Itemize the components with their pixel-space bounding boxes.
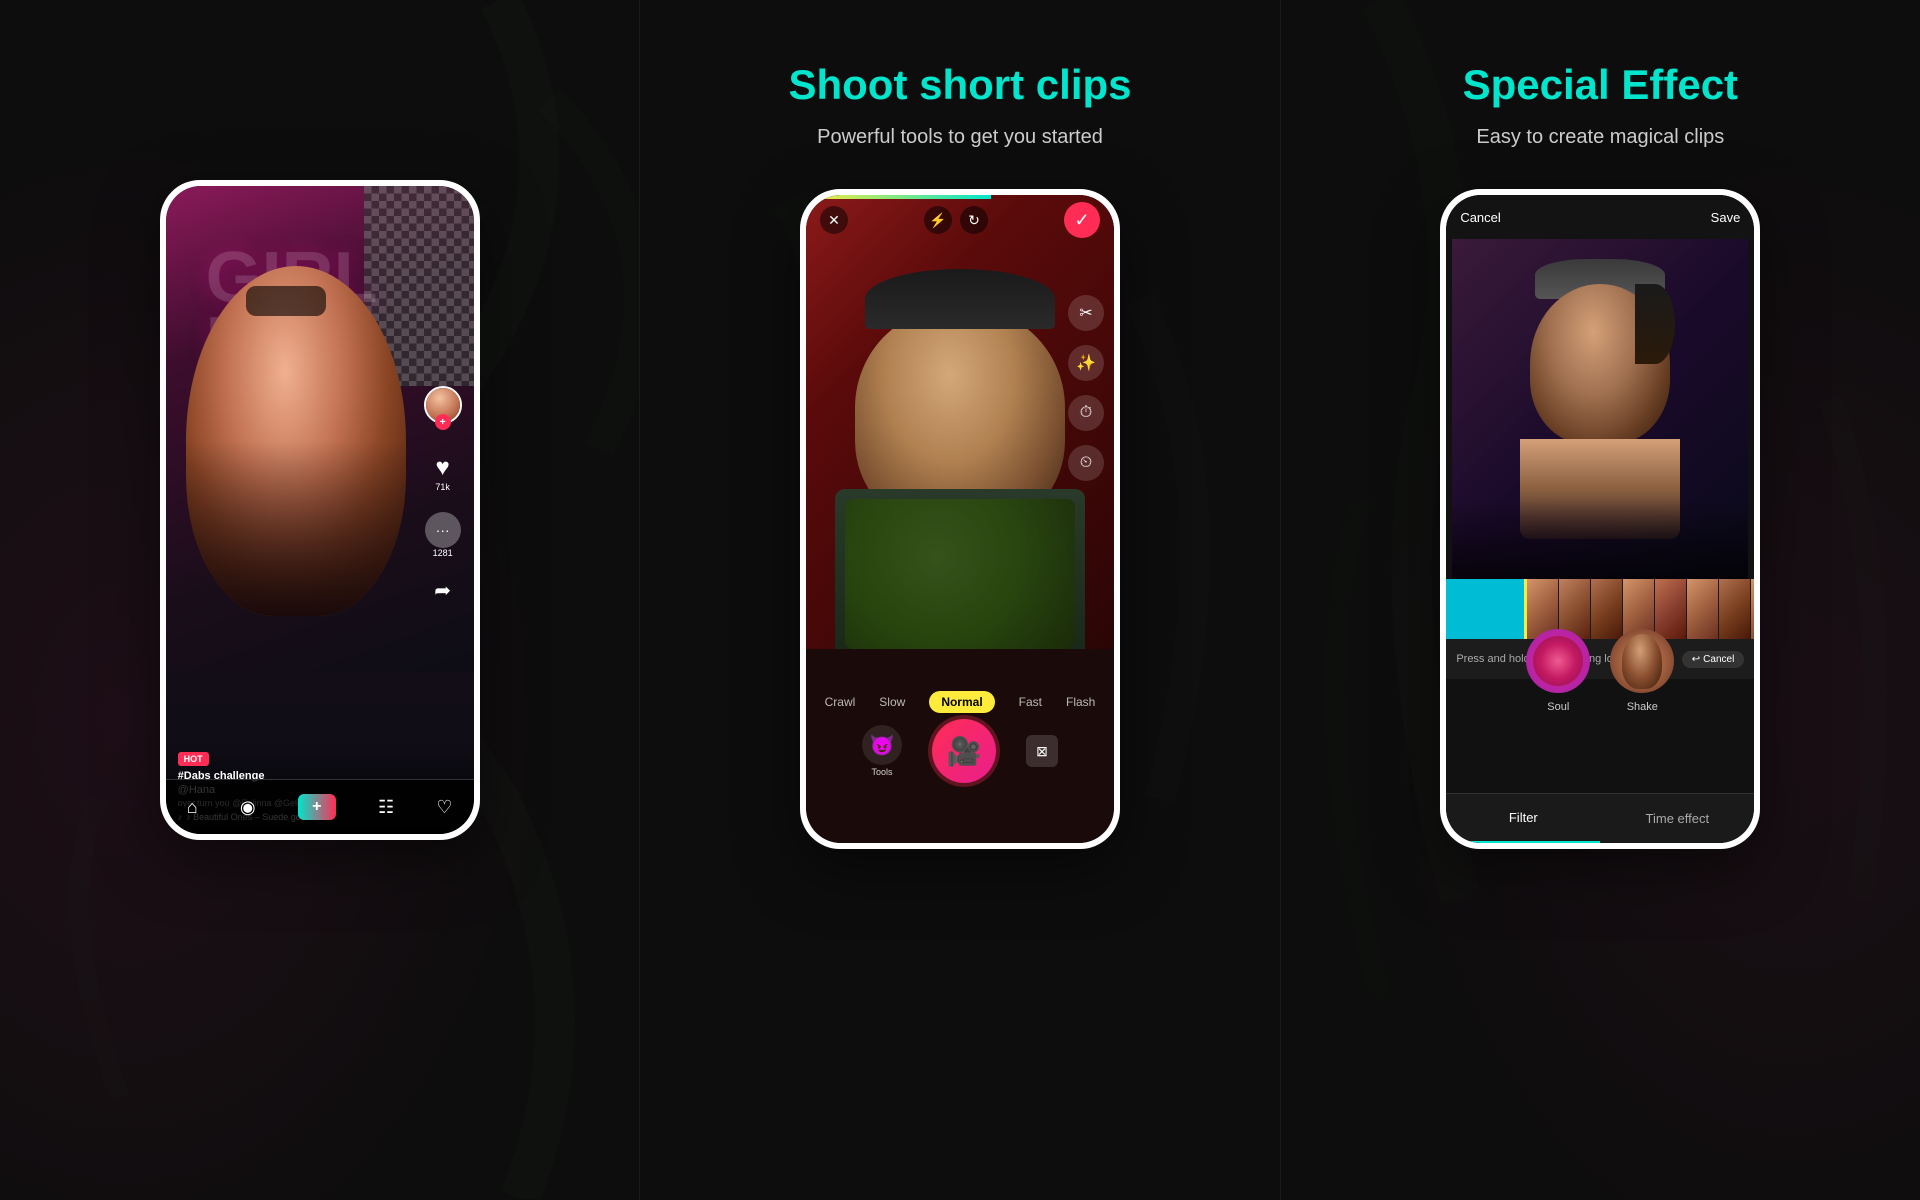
right-phone-container: Cancel Save — [1440, 179, 1760, 1200]
center-title: Shoot short clips — [788, 60, 1131, 110]
create-nav[interactable]: + — [298, 794, 336, 820]
flash-icon[interactable]: ⚡ — [924, 206, 952, 234]
tab-time-effect[interactable]: Time effect — [1600, 794, 1754, 843]
person-silhouette — [186, 266, 406, 616]
heart-container[interactable]: ♥ 71k — [435, 454, 450, 492]
speed-fast[interactable]: Fast — [1019, 695, 1042, 709]
timer-button[interactable]: ⏱ — [1068, 395, 1104, 431]
soul-visual — [1526, 629, 1590, 693]
fade-overlay — [1452, 499, 1748, 579]
bottom-nav: ⌂ ◉ + ☷ ♡ — [166, 779, 474, 834]
close-camera-button[interactable]: ✕ — [820, 206, 848, 234]
bottom-tabs: Filter Time effect — [1446, 793, 1754, 843]
hot-badge: HOT — [178, 752, 209, 766]
speed-slow[interactable]: Slow — [879, 695, 905, 709]
center-phone-container: ✕ ⚡ ↻ ✓ — [800, 179, 1120, 1200]
camera-screen: ✕ ⚡ ↻ ✓ — [806, 195, 1114, 843]
dots-icon: ··· — [425, 512, 461, 548]
center-phone-screen: ✕ ⚡ ↻ ✓ — [806, 195, 1114, 843]
delete-button[interactable]: ⊠ — [1026, 735, 1058, 767]
camera-icon: 🎥 — [947, 735, 982, 768]
right-panel: Special Effect Easy to create magical cl… — [1281, 0, 1920, 1200]
right-title: Special Effect — [1463, 60, 1738, 110]
discover-nav[interactable]: ◉ — [240, 797, 256, 818]
left-phone: GIRL IRL + — [160, 180, 480, 840]
camera-options: ⚡ ↻ — [924, 206, 988, 234]
shirt — [835, 489, 1085, 649]
record-area: 😈 Tools 🎥 ⊠ — [806, 719, 1114, 783]
left-panel: GIRL IRL + — [0, 0, 640, 1200]
tab-filter[interactable]: Filter — [1446, 794, 1600, 843]
tools-label: Tools — [871, 767, 892, 777]
preview-person — [1520, 259, 1680, 539]
likes-count: 71k — [435, 482, 450, 492]
effects-top-bar: Cancel Save — [1446, 195, 1754, 239]
soul-effect-preview — [1526, 629, 1590, 693]
social-actions: + ♥ 71k ··· 1281 ➦ — [424, 386, 462, 603]
soul-label: Soul — [1547, 701, 1569, 713]
shake-face — [1622, 634, 1662, 689]
follow-badge[interactable]: + — [435, 414, 451, 430]
home-nav[interactable]: ⌂ — [187, 797, 198, 818]
cancel-button[interactable]: Cancel — [1460, 210, 1500, 225]
center-subtitle: Powerful tools to get you started — [788, 126, 1131, 149]
right-phone: Cancel Save — [1440, 189, 1760, 849]
heart-icon: ♥ — [435, 454, 450, 482]
profile-nav[interactable]: ♡ — [436, 797, 452, 818]
shake-visual — [1610, 629, 1674, 693]
inbox-nav[interactable]: ☷ — [378, 797, 394, 818]
left-header — [280, 0, 360, 170]
share-icon: ➦ — [434, 578, 451, 603]
man-face — [835, 269, 1085, 649]
scissors-button[interactable]: ✂ — [1068, 295, 1104, 331]
speed-selector: Crawl Slow Normal Fast Flash — [806, 691, 1114, 713]
floral-pattern — [845, 499, 1075, 649]
soul-inner — [1533, 636, 1583, 686]
comment-container[interactable]: ··· 1281 — [425, 512, 461, 558]
hat — [865, 269, 1055, 329]
center-panel: Shoot short clips Powerful tools to get … — [640, 0, 1280, 1200]
center-header: Shoot short clips Powerful tools to get … — [748, 0, 1171, 179]
confirm-button[interactable]: ✓ — [1064, 202, 1100, 238]
video-preview-area — [1452, 239, 1748, 579]
soul-effect-item[interactable]: Soul — [1526, 629, 1590, 713]
comments-count: 1281 — [425, 548, 461, 558]
speed-crawl[interactable]: Crawl — [825, 695, 856, 709]
speed-flash[interactable]: Flash — [1066, 695, 1095, 709]
effects-list: Soul Shake — [1446, 619, 1754, 723]
shake-effect-preview — [1610, 629, 1674, 693]
video-thumbnail — [1452, 239, 1748, 579]
right-phone-screen: Cancel Save — [1446, 195, 1754, 843]
speed-normal[interactable]: Normal — [929, 691, 994, 713]
flip-camera-icon[interactable]: ↻ — [960, 206, 988, 234]
left-phone-screen: GIRL IRL + — [166, 186, 474, 834]
countdown-button[interactable]: ⏲ — [1068, 445, 1104, 481]
tools-button-area[interactable]: 😈 Tools — [862, 725, 902, 777]
shake-label: Shake — [1627, 701, 1658, 713]
share-container[interactable]: ➦ — [434, 578, 451, 603]
camera-top-controls: ✕ ⚡ ↻ ✓ — [806, 195, 1114, 245]
right-subtitle: Easy to create magical clips — [1463, 126, 1738, 149]
shake-effect-item[interactable]: Shake — [1610, 629, 1674, 713]
record-button[interactable]: 🎥 — [932, 719, 996, 783]
center-phone: ✕ ⚡ ↻ ✓ — [800, 189, 1120, 849]
left-phone-container: GIRL IRL + — [160, 170, 480, 1200]
delete-icon: ⊠ — [1036, 743, 1048, 760]
save-button[interactable]: Save — [1711, 210, 1741, 225]
camera-side-buttons: ✂ ✨ ⏱ ⏲ — [1068, 295, 1104, 481]
social-feed-screen: GIRL IRL + — [166, 186, 474, 834]
effects-screen: Cancel Save — [1446, 195, 1754, 843]
tools-icon: 😈 — [862, 725, 902, 765]
right-header: Special Effect Easy to create magical cl… — [1423, 0, 1778, 179]
effects-button[interactable]: ✨ — [1068, 345, 1104, 381]
avatar-container: + — [424, 386, 462, 424]
hair — [1635, 284, 1675, 364]
